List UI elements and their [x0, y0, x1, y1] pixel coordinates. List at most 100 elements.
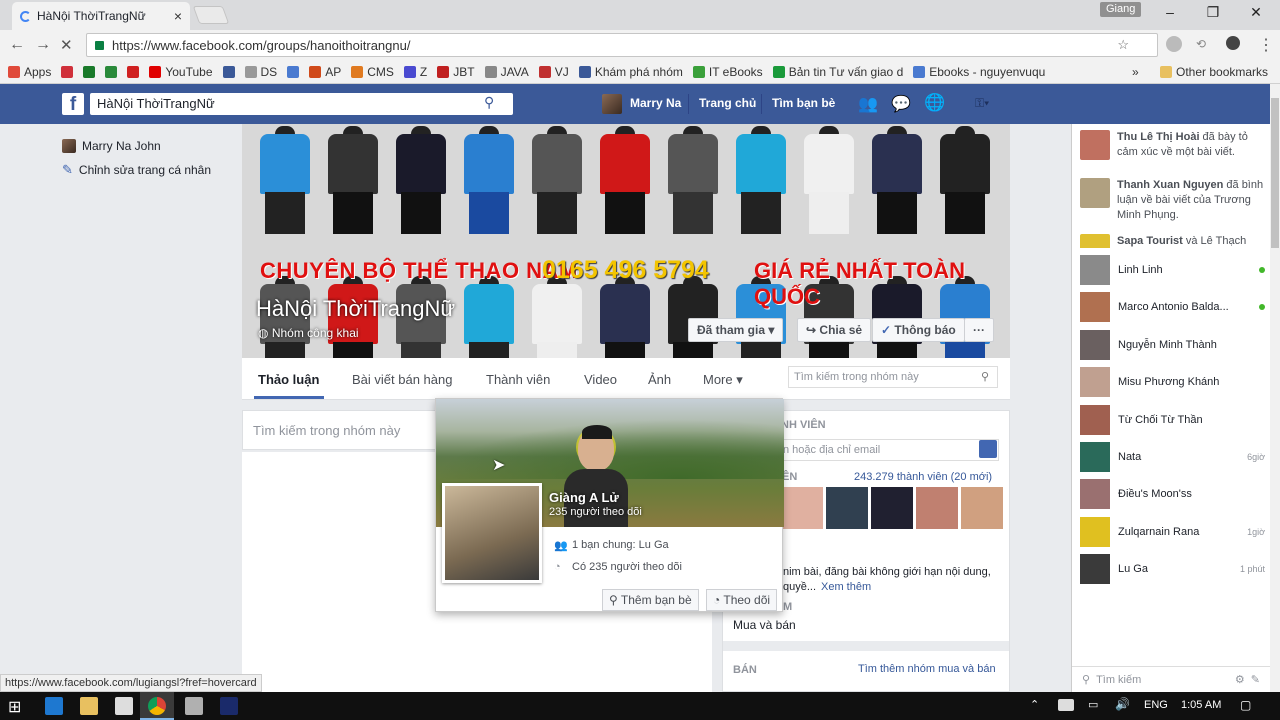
edge-icon[interactable] — [45, 697, 63, 715]
facebook-logo-icon[interactable]: f — [62, 93, 84, 115]
clock[interactable]: 1:05 AM — [1181, 699, 1221, 711]
chat-contact[interactable]: Lu Ga 1 phút — [1080, 554, 1265, 585]
bookmark-item[interactable]: DS — [244, 65, 277, 79]
add-member-input[interactable]: n hoặc địa chỉ email — [779, 439, 999, 461]
chat-contact[interactable]: Nata 6giờ — [1080, 442, 1265, 472]
more-bookmarks-icon[interactable]: » — [1132, 65, 1139, 79]
tab-video[interactable]: Video — [584, 372, 617, 387]
menu-icon[interactable]: ⋮ — [1258, 35, 1274, 55]
bookmark-item[interactable]: YouTube — [149, 65, 213, 79]
chat-contact[interactable]: Linh Linh — [1080, 255, 1265, 285]
member-avatar[interactable] — [916, 487, 958, 529]
photoshop-icon[interactable] — [220, 697, 238, 715]
group-search-input[interactable]: Tìm kiếm trong nhóm này — [788, 366, 998, 388]
other-bookmarks[interactable]: Other bookmarks — [1160, 65, 1268, 79]
app-icon[interactable] — [185, 697, 203, 715]
chat-contact[interactable]: Zulqarnain Rana 1giờ — [1080, 516, 1265, 547]
notifications-icon[interactable]: 🌐 — [924, 93, 945, 113]
action-center-icon[interactable]: ▢ — [1240, 698, 1251, 712]
tab-discussion[interactable]: Thảo luận — [258, 372, 319, 387]
new-tab-button[interactable] — [192, 6, 230, 24]
back-icon[interactable]: ← — [9, 36, 25, 54]
chat-search-input[interactable]: ⚲ Tìm kiếm ⚙ ✎ — [1072, 666, 1270, 692]
hovercard-profile-picture[interactable] — [442, 483, 542, 583]
more-options-button[interactable]: ··· — [964, 318, 994, 342]
chat-contact[interactable]: Nguyễn Minh Thành — [1080, 329, 1265, 360]
ticker-item[interactable]: Sapa Tourist và Lê Thạch — [1080, 234, 1265, 248]
privacy-icon[interactable]: ⚿▾ — [975, 96, 989, 111]
bookmark-item[interactable] — [287, 65, 300, 79]
network-icon[interactable]: ▭ — [1088, 698, 1098, 711]
chrome-taskbar-button[interactable] — [140, 692, 174, 720]
explorer-icon[interactable] — [80, 697, 98, 715]
profile-link[interactable]: Marry Na — [630, 96, 681, 110]
stop-icon[interactable]: ✕ — [60, 36, 73, 54]
chat-contact[interactable]: Misu Phương Khánh — [1080, 367, 1265, 398]
language-indicator[interactable]: ENG — [1144, 699, 1168, 711]
bookmark-item[interactable]: VJ — [538, 65, 569, 79]
member-avatar[interactable] — [781, 487, 823, 529]
bookmark-item[interactable]: Z — [403, 65, 427, 79]
chat-contact[interactable]: Marco Antonio Balda... — [1080, 292, 1265, 323]
follow-button[interactable]: ◔ Theo dõi — [706, 589, 778, 611]
extension-icon[interactable] — [1226, 36, 1240, 50]
notifications-button[interactable]: ✓ Thông báo — [872, 318, 965, 342]
friend-requests-icon[interactable]: 👥 — [858, 94, 878, 114]
bookmark-item[interactable]: Khám phá nhóm — [578, 65, 683, 79]
messages-icon[interactable]: 💬 — [891, 94, 911, 114]
close-tab-icon[interactable]: × — [174, 8, 182, 24]
bookmark-item[interactable] — [105, 65, 118, 79]
member-avatar[interactable] — [961, 487, 1003, 529]
bookmark-item[interactable] — [61, 65, 74, 79]
tab-photos[interactable]: Ảnh — [648, 372, 671, 387]
bookmark-item[interactable]: CMS — [351, 65, 394, 79]
address-bar[interactable]: https://www.facebook.com/groups/hanoitho… — [86, 33, 1158, 57]
extension-icon[interactable]: ⟲ — [1196, 37, 1206, 51]
hovercard-name[interactable]: Giàng A Lử — [549, 490, 619, 505]
battery-icon[interactable] — [1058, 699, 1074, 711]
bookmark-star-icon[interactable]: ☆ — [1117, 37, 1129, 53]
minimize-icon[interactable]: – — [1160, 4, 1180, 20]
find-friends-link[interactable]: Tìm bạn bè — [772, 96, 835, 110]
close-window-icon[interactable]: ✕ — [1246, 4, 1266, 21]
share-button[interactable]: ↪ Chia sẻ — [797, 318, 872, 342]
windows-start-icon[interactable]: ⊞ — [8, 697, 21, 717]
bookmark-item[interactable]: AP — [309, 65, 341, 79]
browser-tab[interactable]: HàNội ThờiTrangNữ × — [12, 2, 190, 30]
find-more-groups-link[interactable]: Tìm thêm nhóm mua và bán — [858, 663, 996, 675]
chat-contact[interactable]: Điều's Moon'ss — [1080, 479, 1265, 510]
search-icon[interactable]: ⚲ — [484, 94, 494, 111]
scrollbar[interactable] — [1270, 84, 1280, 692]
bookmark-item[interactable]: Apps — [8, 65, 51, 79]
edit-profile-link[interactable]: ✎ Chỉnh sửa trang cá nhân — [62, 162, 211, 178]
add-friend-button[interactable]: ⚲ Thêm bạn bè — [602, 589, 699, 611]
bookmark-item[interactable]: Bản tin Tư vấn giao d — [772, 65, 903, 79]
forward-icon[interactable]: → — [35, 36, 51, 54]
ticker-item[interactable]: Thu Lê Thị Hoài đã bày tỏ cảm xúc về một… — [1080, 130, 1265, 160]
volume-icon[interactable]: 🔊 — [1115, 697, 1130, 711]
avatar[interactable] — [602, 94, 622, 114]
see-more-link[interactable]: Xem thêm — [821, 581, 871, 593]
chat-contact[interactable]: Từ Chối Từ Thần — [1080, 404, 1265, 435]
bookmark-item[interactable] — [127, 65, 140, 79]
tray-up-icon[interactable]: ⌃ — [1030, 698, 1039, 711]
store-icon[interactable] — [115, 697, 133, 715]
adblock-icon[interactable] — [1166, 36, 1182, 52]
add-member-icon[interactable] — [979, 440, 997, 458]
search-icon[interactable]: ⚲ — [981, 370, 989, 383]
ticker-item[interactable]: Thanh Xuan Nguyen đã bình luận về bài vi… — [1080, 178, 1265, 223]
restore-icon[interactable]: ❐ — [1203, 4, 1223, 21]
member-avatar[interactable] — [871, 487, 913, 529]
joined-button[interactable]: Đã tham gia ▾ — [688, 318, 784, 342]
bookmark-item[interactable]: JAVA — [484, 65, 529, 79]
members-count[interactable]: 243.279 thành viên (20 mới) — [854, 471, 992, 483]
tab-members[interactable]: Thành viên — [486, 372, 550, 387]
home-link[interactable]: Trang chủ — [699, 96, 756, 110]
bookmark-item[interactable]: IT eBooks — [692, 65, 763, 79]
bookmark-item[interactable]: Ebooks - nguyenvuqu — [913, 65, 1045, 79]
facebook-search-input[interactable]: HàNội ThờiTrangNữ — [90, 93, 513, 115]
tab-sale-posts[interactable]: Bài viết bán hàng — [352, 372, 452, 387]
mutual-friends[interactable]: 1 bạn chung: Lu Ga — [572, 539, 669, 551]
bookmark-item[interactable] — [222, 65, 235, 79]
bookmark-item[interactable] — [83, 65, 96, 79]
